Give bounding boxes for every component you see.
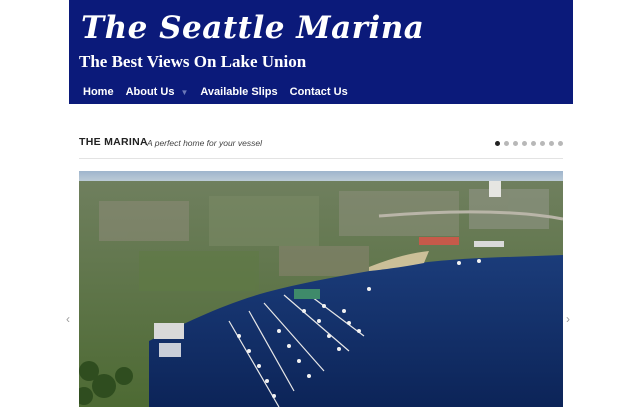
nav-available-slips[interactable]: Available Slips: [200, 86, 277, 98]
slider-dot[interactable]: [540, 141, 545, 146]
site-header: The Seattle Marina The Best Views On Lak…: [69, 0, 573, 104]
nav-about-us[interactable]: About Us: [126, 86, 175, 98]
slider-dot[interactable]: [531, 141, 536, 146]
main-nav: Home About Us ▼ Available Slips Contact …: [83, 86, 348, 98]
section-title: THE MARINA: [79, 136, 148, 148]
aerial-marina-photo: [79, 171, 563, 407]
chevron-right-icon[interactable]: ›: [566, 312, 570, 326]
slider-dot[interactable]: [495, 141, 500, 146]
slider-pagination: [495, 141, 563, 146]
site-title[interactable]: The Seattle Marina: [81, 10, 424, 46]
slider-dot[interactable]: [549, 141, 554, 146]
slider-dot[interactable]: [513, 141, 518, 146]
section-header: THE MARINA A perfect home for your vesse…: [79, 136, 563, 159]
site-tagline: The Best Views On Lake Union: [79, 52, 307, 71]
section-subtitle: A perfect home for your vessel: [147, 138, 262, 148]
slider-dot[interactable]: [522, 141, 527, 146]
chevron-down-icon[interactable]: ▼: [180, 88, 188, 98]
chevron-left-icon[interactable]: ‹: [66, 312, 70, 326]
slide-image-marina: [79, 171, 563, 407]
slider-dot[interactable]: [558, 141, 563, 146]
slider-dot[interactable]: [504, 141, 509, 146]
nav-home[interactable]: Home: [83, 86, 114, 98]
nav-contact-us[interactable]: Contact Us: [290, 86, 348, 98]
